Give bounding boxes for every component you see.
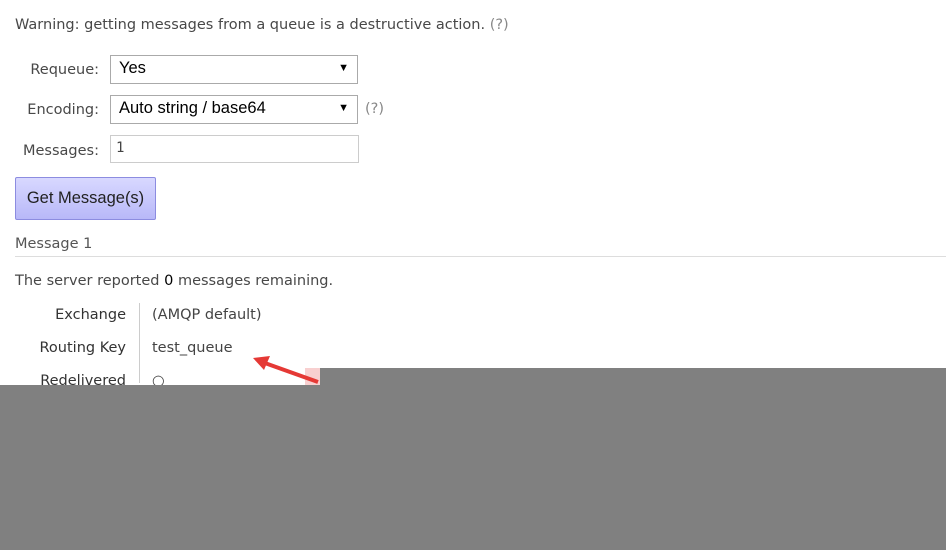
- prop-value: (AMQP default): [152, 307, 262, 323]
- get-messages-button[interactable]: Get Message(s): [15, 177, 156, 220]
- prop-key: Exchange: [55, 307, 126, 323]
- warning-message: Warning: getting messages from a queue i…: [15, 17, 486, 33]
- help-link[interactable]: (?): [490, 17, 509, 33]
- remaining-suffix: messages remaining.: [173, 273, 334, 289]
- warning-text: Warning: getting messages from a queue i…: [15, 17, 509, 33]
- encoding-help-link[interactable]: (?): [365, 101, 384, 117]
- table-divider: [139, 303, 140, 383]
- encoding-label: Encoding:: [27, 102, 99, 118]
- encoding-value: Auto string / base64: [119, 99, 266, 117]
- remaining-count: 0: [164, 273, 174, 289]
- overlay: [0, 385, 946, 550]
- prop-key: Routing Key: [39, 340, 127, 356]
- requeue-value: Yes: [119, 59, 146, 77]
- requeue-select[interactable]: Yes ▼: [110, 55, 358, 84]
- messages-label: Messages:: [23, 143, 99, 159]
- dropdown-arrow-icon: ▼: [338, 102, 349, 114]
- divider: [15, 256, 946, 257]
- encoding-select[interactable]: Auto string / base64 ▼: [110, 95, 358, 124]
- message-heading: Message 1: [15, 236, 93, 252]
- remaining-prefix: The server reported: [15, 273, 165, 289]
- messages-input[interactable]: 1: [110, 135, 359, 163]
- remaining-text: The server reported 0 messages remaining…: [15, 273, 333, 289]
- requeue-label: Requeue:: [30, 62, 99, 78]
- prop-value: test_queue: [152, 340, 233, 356]
- dropdown-arrow-icon: ▼: [338, 62, 349, 74]
